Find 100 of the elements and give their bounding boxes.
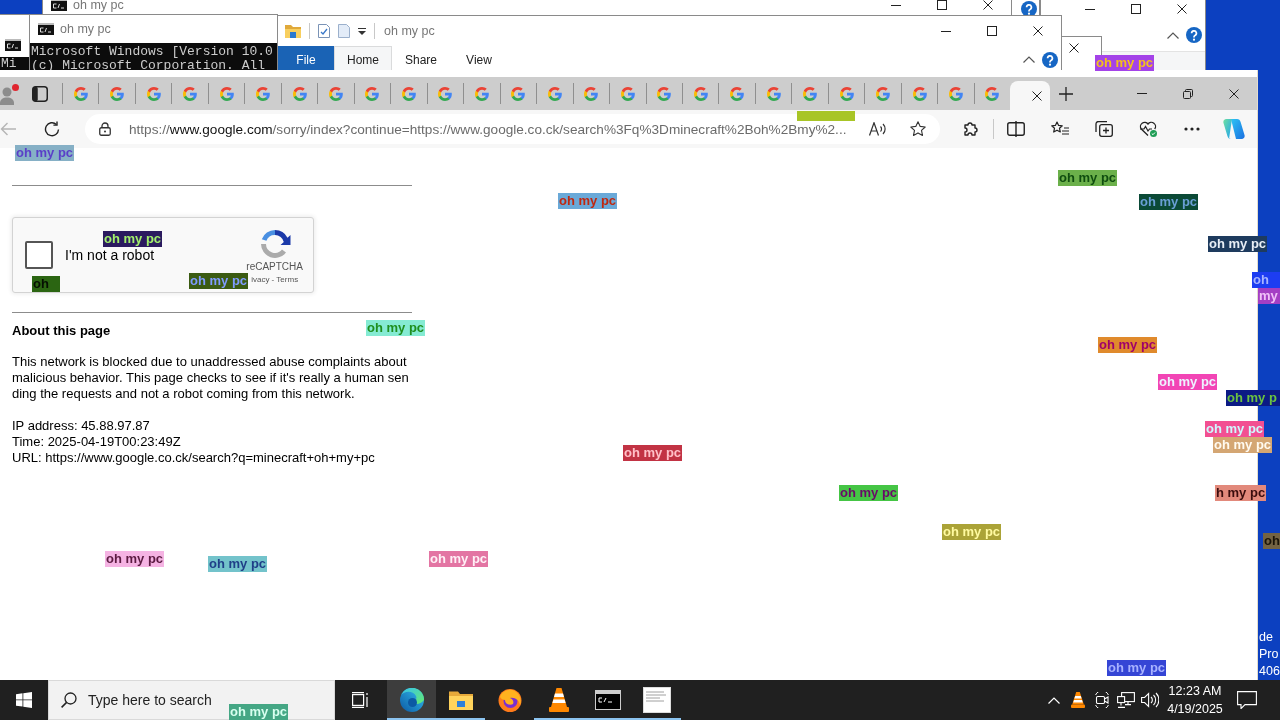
detail-line: Time: 2025-04-19T00:23:49Z [12, 434, 181, 450]
window-title: oh my pc [384, 24, 435, 38]
floating-label: oh [32, 276, 60, 292]
floating-label: oh my pc [229, 704, 289, 720]
multicolor-g-icon [948, 85, 964, 102]
close-icon[interactable] [1033, 26, 1043, 36]
flame-globe-icon [497, 688, 522, 712]
multicolor-g-icon [838, 85, 855, 102]
floating-label: oh my pc [105, 551, 165, 567]
multicolor-g-icon [72, 85, 89, 102]
floating-label: oh my pc [942, 524, 1002, 540]
floating-label: oh my pc [15, 145, 75, 161]
chevron-up-icon[interactable] [1023, 56, 1035, 63]
favorites-icon[interactable] [1051, 121, 1069, 137]
multicolor-g-icon [182, 85, 199, 102]
terminal-icon [51, 0, 67, 11]
profile-icon[interactable] [0, 82, 20, 105]
floating-label: oh my pc [429, 551, 489, 567]
multicolor-g-icon [510, 85, 527, 102]
ribbon-tab[interactable]: Share [392, 46, 450, 73]
maximize-icon[interactable] [1131, 4, 1141, 14]
split-screen-icon[interactable] [1007, 121, 1025, 137]
checkbox[interactable] [25, 241, 53, 269]
maximize-icon[interactable] [987, 26, 997, 36]
read-aloud-icon[interactable] [869, 122, 887, 136]
notification-icon[interactable] [1237, 691, 1257, 709]
floating-label: oh my pc [1158, 374, 1218, 390]
folder-icon [448, 690, 473, 710]
lock-icon[interactable] [99, 122, 111, 136]
floating-label: h my pc [1215, 485, 1267, 501]
windows-logo-icon[interactable] [16, 692, 32, 708]
floating-label: oh my pc [1107, 660, 1167, 676]
multicolor-g-icon [656, 85, 673, 102]
help-icon[interactable] [1186, 27, 1202, 43]
detail-line: URL: https://www.google.co.ck/search?q=minecraft+oh+my+pc [12, 450, 375, 466]
close-icon[interactable] [1069, 43, 1079, 53]
multicolor-g-icon [364, 85, 381, 102]
maximize-icon[interactable] [937, 0, 947, 10]
terminal-icon [38, 23, 54, 35]
plus-icon[interactable] [1059, 86, 1073, 101]
floating-label: oh my pc [1058, 170, 1118, 186]
close-icon[interactable] [1177, 4, 1187, 14]
volume-icon[interactable] [1141, 692, 1159, 708]
ribbon-tab[interactable]: View [450, 46, 508, 73]
multicolor-g-icon [765, 85, 782, 102]
traffic-cone-icon[interactable] [1071, 692, 1085, 708]
url-text: https://www.google.com/sorry/index?continue=https://www.google.co.ck/search%3Fq%3Dminecraft%2Boh%2Bmy%2... [129, 121, 847, 137]
circular-arrows-icon [258, 228, 291, 260]
more-icon[interactable] [1184, 127, 1200, 131]
multicolor-g-icon [400, 85, 417, 102]
window-title: oh my pc [73, 0, 124, 12]
close-icon[interactable] [983, 0, 993, 10]
floating-label: oh my pc [208, 556, 268, 572]
multicolor-g-icon [437, 85, 454, 102]
floating-label: oh my pc [839, 485, 899, 501]
floating-label: oh [1263, 533, 1280, 549]
terminal-icon [5, 39, 21, 51]
floating-label: oh my pc [189, 273, 249, 289]
multicolor-g-icon [473, 85, 490, 102]
desktop-text: 406 [1259, 663, 1280, 680]
chevron-up-icon[interactable] [1167, 31, 1179, 39]
caret-icon[interactable] [358, 27, 366, 35]
multicolor-g-icon [546, 85, 563, 102]
collections-icon[interactable] [1095, 121, 1113, 137]
search-icon [61, 692, 77, 708]
privacy-terms-links[interactable]: ivacy - Terms [251, 275, 299, 285]
swirl-logo-icon[interactable] [1223, 118, 1245, 140]
camera-icon[interactable] [1095, 692, 1109, 708]
floating-label: oh my pc [1208, 236, 1268, 252]
minimize-icon[interactable] [1085, 8, 1095, 10]
floating-label: oh my pc [1213, 437, 1273, 453]
floating-label: oh my pc [366, 320, 426, 336]
clock-date[interactable]: 4/19/2025 [1167, 700, 1223, 718]
refresh-icon[interactable] [44, 121, 60, 137]
heart-pulse-icon[interactable] [1139, 121, 1157, 137]
checked-document-icon[interactable] [318, 24, 330, 38]
floating-label: oh my pc [103, 231, 163, 247]
multicolor-g-icon [875, 85, 892, 102]
minimize-icon[interactable] [891, 4, 901, 6]
address-bar[interactable]: https://www.google.com/sorry/index?continue=https://www.google.co.ck/search%3Fq%3Dminecraft%2Boh%2Bmy%2... [85, 114, 940, 144]
clock-time[interactable]: 12:23 AM [1168, 682, 1222, 700]
floating-label: oh my pc [558, 193, 618, 209]
puzzle-icon[interactable] [963, 121, 979, 137]
network-icon[interactable] [1117, 692, 1135, 708]
minimize-icon[interactable] [941, 30, 951, 32]
close-icon[interactable] [1032, 90, 1043, 101]
close-icon[interactable] [1229, 88, 1239, 99]
task-view-icon[interactable] [352, 692, 370, 708]
multicolor-g-icon [911, 85, 928, 102]
restore-icon[interactable] [1183, 88, 1193, 99]
document-icon [642, 687, 671, 713]
console-line: Mi [1, 57, 18, 71]
floating-label: oh my pc [1205, 421, 1265, 437]
terminal-icon [594, 690, 621, 710]
floating-label: oh my p [1226, 390, 1280, 406]
floating-label: oh my pc [623, 445, 683, 461]
taskbar-button[interactable] [387, 680, 436, 720]
multicolor-g-icon [145, 85, 162, 102]
tab-list-icon[interactable] [32, 85, 48, 102]
star-icon[interactable] [910, 121, 926, 137]
